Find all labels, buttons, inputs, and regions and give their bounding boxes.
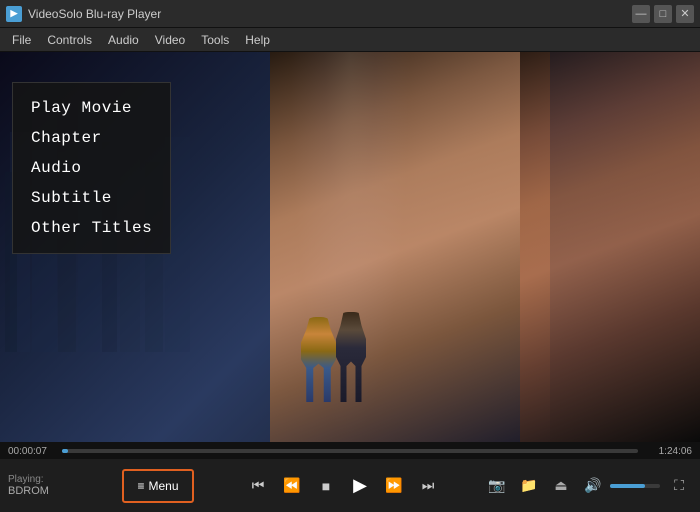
menubar: FileControlsAudioVideoToolsHelp bbox=[0, 28, 700, 52]
play-button[interactable]: ▶ bbox=[345, 471, 375, 501]
context-item-play-movie[interactable]: Play Movie bbox=[13, 93, 170, 123]
time-total: 1:24:06 bbox=[644, 446, 692, 457]
maximize-button[interactable]: □ bbox=[654, 5, 672, 23]
controls-bar: 00:00:07 1:24:06 Playing: BDROM ≡ Menu ⏮… bbox=[0, 442, 700, 512]
menu-item-controls[interactable]: Controls bbox=[39, 31, 100, 49]
window-controls: — □ ✕ bbox=[632, 5, 694, 23]
menu-button[interactable]: ≡ Menu bbox=[122, 469, 194, 503]
snapshot-button[interactable]: 📷 bbox=[484, 473, 510, 499]
context-item-subtitle[interactable]: Subtitle bbox=[13, 183, 170, 213]
time-current: 00:00:07 bbox=[8, 446, 56, 457]
playing-label: Playing: bbox=[8, 474, 118, 485]
next-chapter-button[interactable]: ⏭ bbox=[413, 471, 443, 501]
menu-item-audio[interactable]: Audio bbox=[100, 31, 147, 49]
context-item-audio[interactable]: Audio bbox=[13, 153, 170, 183]
close-button[interactable]: ✕ bbox=[676, 5, 694, 23]
volume-button[interactable]: 🔊 bbox=[580, 473, 606, 499]
rewind-button[interactable]: ⏪ bbox=[277, 471, 307, 501]
context-menu: Play MovieChapterAudioSubtitleOther Titl… bbox=[12, 82, 171, 254]
video-area: Play MovieChapterAudioSubtitleOther Titl… bbox=[0, 52, 700, 442]
playback-controls: ⏮ ⏪ ■ ▶ ⏩ ⏭ bbox=[206, 471, 480, 501]
controls-row: Playing: BDROM ≡ Menu ⏮ ⏪ ■ ▶ ⏩ ⏭ 📷 📁 ⏏ … bbox=[0, 459, 700, 512]
app-title: VideoSolo Blu-ray Player bbox=[28, 7, 632, 21]
app-icon: ▶ bbox=[6, 6, 22, 22]
progress-bar-container: 00:00:07 1:24:06 bbox=[0, 443, 700, 459]
menu-label: Menu bbox=[148, 479, 178, 493]
menu-item-help[interactable]: Help bbox=[237, 31, 278, 49]
minimize-button[interactable]: — bbox=[632, 5, 650, 23]
volume-track[interactable] bbox=[610, 484, 660, 488]
playing-info: Playing: BDROM bbox=[8, 474, 118, 497]
folder-button[interactable]: 📁 bbox=[516, 473, 542, 499]
fullscreen-button[interactable]: ⛶ bbox=[666, 473, 692, 499]
prev-chapter-button[interactable]: ⏮ bbox=[243, 471, 273, 501]
menu-icon: ≡ bbox=[137, 479, 144, 493]
volume-fill bbox=[610, 484, 645, 488]
stop-button[interactable]: ■ bbox=[311, 471, 341, 501]
right-controls: 📷 📁 ⏏ 🔊 ⛶ bbox=[484, 473, 692, 499]
progress-fill bbox=[62, 449, 68, 453]
menu-item-tools[interactable]: Tools bbox=[193, 31, 237, 49]
volume-control: 🔊 bbox=[580, 473, 660, 499]
menu-item-video[interactable]: Video bbox=[147, 31, 193, 49]
menu-item-file[interactable]: File bbox=[4, 31, 39, 49]
fast-forward-button[interactable]: ⏩ bbox=[379, 471, 409, 501]
titlebar: ▶ VideoSolo Blu-ray Player — □ ✕ bbox=[0, 0, 700, 28]
context-item-chapter[interactable]: Chapter bbox=[13, 123, 170, 153]
playing-source: BDROM bbox=[8, 485, 118, 497]
progress-track[interactable] bbox=[62, 449, 638, 453]
context-item-other-titles[interactable]: Other Titles bbox=[13, 213, 170, 243]
character-male-face bbox=[520, 52, 700, 442]
eject-button[interactable]: ⏏ bbox=[548, 473, 574, 499]
